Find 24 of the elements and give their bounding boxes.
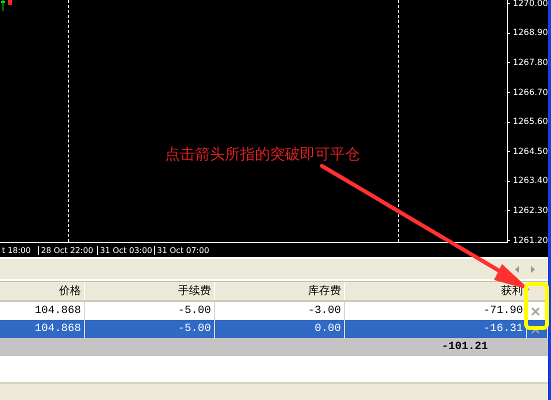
- column-header[interactable]: 手续费: [85, 282, 215, 300]
- scroll-left-icon[interactable]: [515, 266, 520, 272]
- price-label: 1267.80: [512, 58, 548, 68]
- price-label: 1264.50: [512, 146, 548, 157]
- highlight-frame: [524, 282, 549, 330]
- close-icon[interactable]: [531, 324, 540, 334]
- close-icon[interactable]: [531, 306, 540, 316]
- price-label: 1263.40: [512, 176, 548, 186]
- price-label: 1266.70: [512, 88, 548, 98]
- total-profit: -101.21: [442, 340, 488, 355]
- column-header[interactable]: 价格: [0, 282, 85, 300]
- time-label: 31 Oct 07:00: [154, 246, 214, 254]
- time-label: t 18:00: [1, 246, 32, 254]
- candlestick-drawing: [0, 0, 14, 11]
- price-label: 1265.60: [512, 117, 548, 128]
- price-label: 1261.20: [512, 236, 548, 246]
- price-label: 1262.30: [512, 206, 548, 216]
- position-row[interactable]: 104.868 -5.00 -3.00 -71.90: [0, 302, 548, 320]
- time-label: 31 Oct 03:00: [97, 246, 154, 254]
- column-header[interactable]: 库存费: [215, 282, 345, 300]
- price-label: 1268.90: [512, 28, 548, 38]
- time-label: 28 Oct 22:00: [38, 246, 97, 254]
- annotation-text: 点击箭头所指的突破即可平仓: [165, 145, 360, 164]
- position-row[interactable]: 104.868 -5.00 0.00 -16.31: [0, 320, 548, 338]
